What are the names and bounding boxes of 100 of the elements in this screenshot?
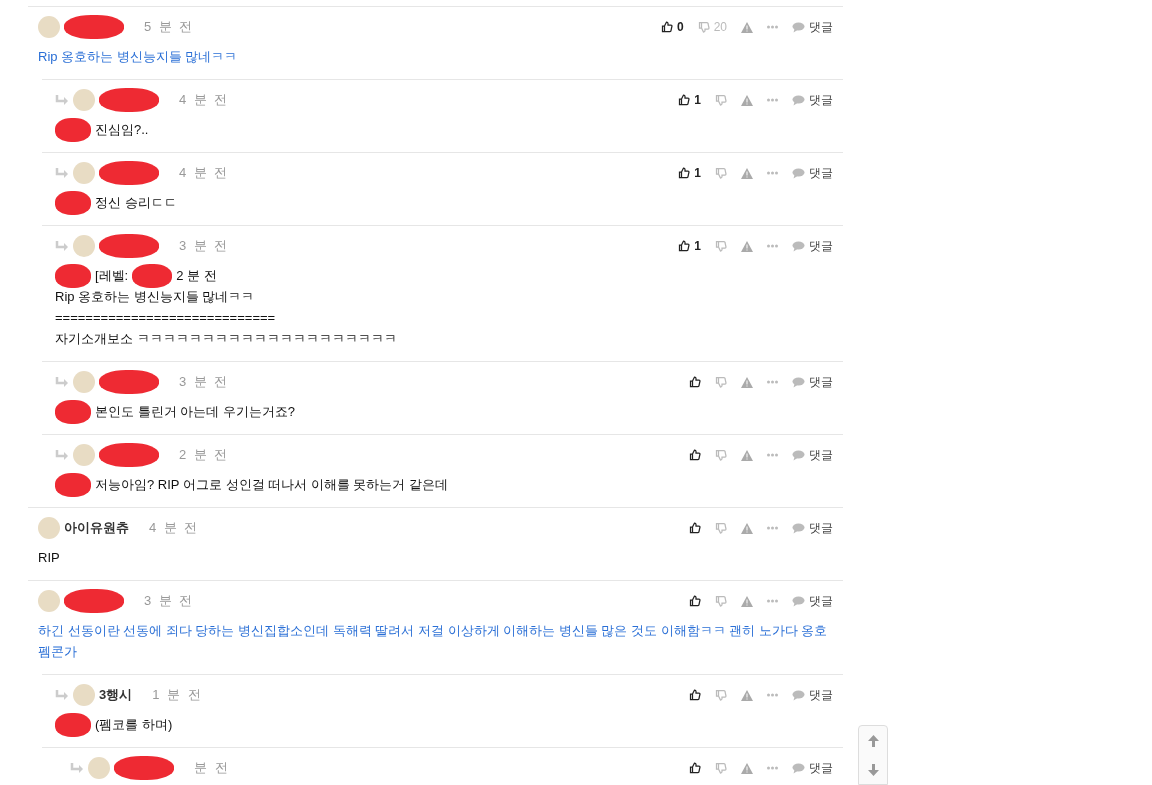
comment-text: Rip 옹호하는 병신능지들 많네ㅋㅋ	[55, 288, 255, 306]
speech-bubble-icon	[792, 522, 805, 534]
more-icon[interactable]	[767, 98, 778, 102]
thumbs-up-icon[interactable]	[689, 689, 701, 701]
author-name[interactable]: 3행시	[99, 685, 133, 705]
more-icon[interactable]	[767, 25, 778, 29]
warning-icon[interactable]	[741, 449, 753, 461]
comment-text: 진심임?..	[95, 121, 149, 139]
thumbs-down-icon[interactable]	[715, 522, 727, 534]
speech-bubble-icon	[792, 689, 805, 701]
thumbs-up-icon[interactable]	[689, 522, 701, 534]
comment-time: 분 전	[194, 759, 230, 778]
warning-icon[interactable]	[741, 762, 753, 774]
upvote-count: 1	[694, 238, 701, 255]
comment-text: RIP	[38, 549, 60, 567]
thumbs-up-icon[interactable]	[689, 449, 701, 461]
warning-icon[interactable]	[741, 689, 753, 701]
speech-bubble-icon	[792, 376, 805, 388]
warning-icon[interactable]	[741, 376, 753, 388]
reply-arrow-icon	[55, 376, 69, 388]
thumbs-down-icon[interactable]	[715, 376, 727, 388]
thumbs-up-icon[interactable]	[689, 762, 701, 774]
more-icon[interactable]	[767, 599, 778, 603]
comment-time: 4 분 전	[149, 519, 200, 538]
author-name[interactable]: 아이유원츄	[64, 518, 129, 538]
thumbs-down-icon[interactable]	[715, 762, 727, 774]
reply-arrow-icon	[55, 167, 69, 179]
thumbs-up-icon[interactable]	[678, 94, 691, 106]
warning-icon[interactable]	[741, 21, 753, 33]
reply-button[interactable]: 댓글	[792, 373, 833, 391]
thumbs-down-icon[interactable]	[715, 689, 727, 701]
warning-icon[interactable]	[741, 167, 753, 179]
warning-icon[interactable]	[741, 94, 753, 106]
thumbs-down-icon[interactable]	[697, 21, 710, 33]
comment-time: 3 분 전	[144, 592, 195, 611]
reply-button[interactable]: 댓글	[792, 91, 833, 109]
thumbs-down-icon[interactable]	[715, 595, 727, 607]
reply-button[interactable]: 댓글	[792, 18, 833, 36]
comment-time: 5 분 전	[144, 18, 195, 37]
thumbs-down-icon[interactable]	[715, 167, 727, 179]
more-icon[interactable]	[767, 171, 778, 175]
reply-arrow-icon	[70, 762, 84, 774]
quote-author: [레벨:	[95, 267, 129, 285]
reply-button[interactable]: 댓글	[792, 237, 833, 255]
avatar-image	[73, 444, 95, 466]
more-icon[interactable]	[767, 693, 778, 697]
thumbs-up-icon[interactable]	[660, 21, 673, 33]
comment-time: 3 분 전	[179, 373, 230, 392]
more-icon[interactable]	[767, 244, 778, 248]
arrow-down-icon[interactable]	[867, 763, 879, 776]
reply-button[interactable]: 댓글	[792, 759, 833, 777]
upvote-count: 1	[694, 165, 701, 182]
warning-icon[interactable]	[741, 522, 753, 534]
speech-bubble-icon	[792, 21, 805, 33]
speech-bubble-icon	[792, 449, 805, 461]
upvote-count: 0	[676, 19, 684, 36]
speech-bubble-icon	[792, 94, 805, 106]
more-icon[interactable]	[767, 453, 778, 457]
comment-time: 1 분 전	[152, 686, 203, 705]
thumbs-up-icon[interactable]	[689, 595, 701, 607]
comment-time: 4 분 전	[179, 164, 230, 183]
avatar-image	[73, 162, 95, 184]
avatar-image	[38, 590, 60, 612]
speech-bubble-icon	[792, 240, 805, 252]
avatar-image	[88, 757, 110, 779]
reply-arrow-icon	[55, 689, 69, 701]
comment-text: 저능아임? RIP 어그로 성인걸 떠나서 이해를 못하는거 같은데	[95, 476, 448, 494]
comment-time: 3 분 전	[179, 237, 230, 256]
reply-arrow-icon	[55, 240, 69, 252]
thumbs-up-icon[interactable]	[678, 167, 691, 179]
more-icon[interactable]	[767, 526, 778, 530]
reply-button[interactable]: 댓글	[792, 446, 833, 464]
more-icon[interactable]	[767, 380, 778, 384]
comment-time: 2 분 전	[179, 446, 230, 465]
comment-text: Rip 옹호하는 병신능지들 많네ㅋㅋ	[38, 48, 238, 66]
thumbs-down-icon[interactable]	[715, 94, 727, 106]
avatar-image	[38, 517, 60, 539]
speech-bubble-icon	[792, 167, 805, 179]
comment-text: 하긴 선동이란 선동에 죄다 당하는 병신집합소인데 독해력 딸려서 저걸 이상하게 이해하는 병신들 많은 것도 이해함ㅋㅋ 괜히 노가다 옹호 펨콘가	[38, 622, 829, 661]
arrow-up-icon[interactable]	[867, 734, 879, 747]
comment-text: 본인도 틀린거 아는데 우기는거죠?	[95, 403, 296, 421]
upvote-count: 1	[694, 92, 701, 109]
reply-button[interactable]: 댓글	[792, 519, 833, 537]
avatar-image	[38, 16, 60, 38]
warning-icon[interactable]	[741, 595, 753, 607]
reply-button[interactable]: 댓글	[792, 592, 833, 610]
thumbs-up-icon[interactable]	[678, 240, 691, 252]
reply-button[interactable]: 댓글	[792, 686, 833, 704]
thumbs-down-icon[interactable]	[715, 449, 727, 461]
reply-button[interactable]: 댓글	[792, 164, 833, 182]
thumbs-down-icon[interactable]	[715, 240, 727, 252]
warning-icon[interactable]	[741, 240, 753, 252]
avatar-image	[73, 684, 95, 706]
downvote-count: 20	[713, 19, 727, 36]
comment-text: 자기소개보소 ㅋㅋㅋㅋㅋㅋㅋㅋㅋㅋㅋㅋㅋㅋㅋㅋㅋㅋㅋㅋ	[55, 330, 397, 348]
comment-time: 4 분 전	[179, 91, 230, 110]
reply-arrow-icon	[55, 94, 69, 106]
more-icon[interactable]	[767, 766, 778, 770]
comment-text: =============================	[55, 309, 276, 327]
thumbs-up-icon[interactable]	[689, 376, 701, 388]
